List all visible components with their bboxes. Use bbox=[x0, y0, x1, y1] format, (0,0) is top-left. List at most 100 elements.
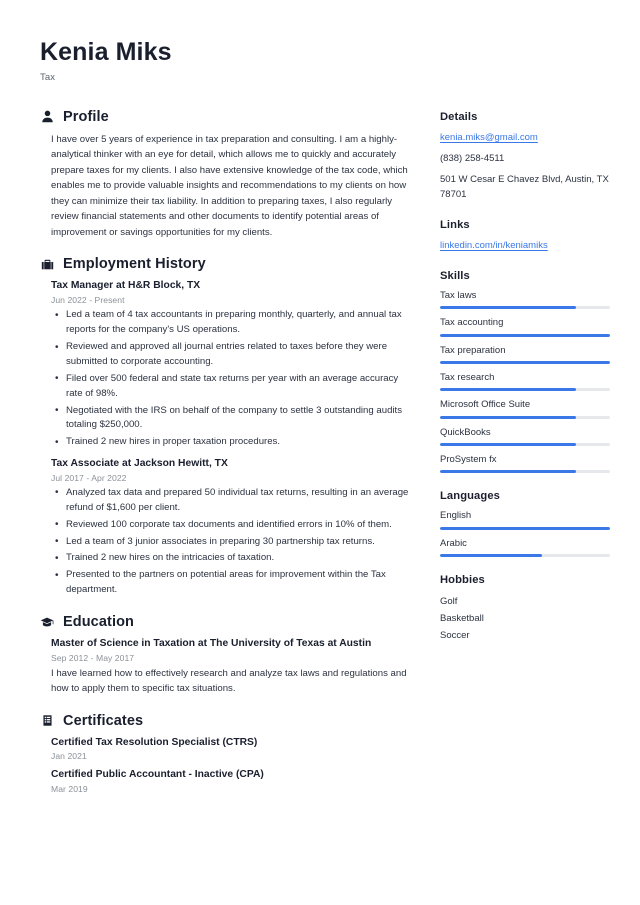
skill-item: ProSystem fx bbox=[440, 454, 610, 474]
section-title-certificates: Certificates bbox=[63, 712, 144, 729]
skill-label: ProSystem fx bbox=[440, 454, 497, 466]
certificate-entry-date: Jan 2021 bbox=[51, 751, 87, 762]
sidebar-title-details: Details bbox=[440, 110, 478, 123]
skill-bar-track bbox=[440, 470, 610, 474]
skill-bar-track bbox=[440, 306, 610, 310]
resume-columns: Profile I have over 5 years of experienc… bbox=[40, 109, 610, 811]
skill-label: Microsoft Office Suite bbox=[440, 399, 531, 411]
employment-entry: Tax Associate at Jackson Hewitt, TX Jul … bbox=[51, 457, 412, 598]
bullet-item: Led a team of 3 junior associates in pre… bbox=[51, 534, 412, 549]
education-entry-date: Sep 2012 - May 2017 bbox=[51, 652, 135, 663]
bullet-item: Analyzed tax data and prepared 50 indivi… bbox=[51, 485, 412, 516]
hobby-item: Basketball bbox=[440, 613, 484, 625]
sidebar-hobbies: Hobbies Golf Basketball Soccer bbox=[440, 574, 610, 643]
employment-entry-bullets: Led a team of 4 tax accountants in prepa… bbox=[51, 308, 412, 450]
section-title-education: Education bbox=[63, 614, 134, 630]
certificate-entry: Certified Public Accountant - Inactive (… bbox=[51, 768, 412, 794]
education-entry: Master of Science in Taxation at The Uni… bbox=[51, 637, 412, 697]
language-bar-fill bbox=[440, 554, 542, 558]
section-certificates: Certificates Certified Tax Resolution Sp… bbox=[40, 713, 412, 795]
bullet-item: Trained 2 new hires in proper taxation p… bbox=[51, 435, 412, 450]
bullet-item: Negotiated with the IRS on behalf of the… bbox=[51, 403, 412, 434]
skill-label: Tax laws bbox=[440, 290, 477, 301]
sidebar-title-languages: Languages bbox=[440, 490, 500, 503]
sidebar-column: Details kenia.miks@gmail.com (838) 258-4… bbox=[440, 109, 610, 660]
bullet-item: Trained 2 new hires on the intricacies o… bbox=[51, 551, 412, 566]
sidebar-links: Links linkedin.com/in/keniamiks bbox=[440, 219, 610, 253]
skill-bar-fill bbox=[440, 470, 576, 474]
employment-entry: Tax Manager at H&R Block, TX Jun 2022 - … bbox=[51, 279, 412, 450]
bullet-item: Filed over 500 federal and state tax ret… bbox=[51, 371, 412, 402]
skill-label: Tax accounting bbox=[440, 317, 504, 329]
bullet-item: Presented to the partners on potential a… bbox=[51, 568, 412, 598]
skill-bar-fill bbox=[440, 415, 576, 419]
language-bar-fill bbox=[440, 526, 610, 530]
employment-heading: Employment History bbox=[40, 256, 412, 272]
sidebar-title-links: Links bbox=[440, 218, 470, 231]
skill-item: Tax laws bbox=[440, 290, 610, 310]
education-heading: Education bbox=[40, 614, 412, 630]
sidebar-title-skills: Skills bbox=[440, 270, 470, 282]
skill-item: Tax accounting bbox=[440, 317, 610, 337]
skill-bar-track bbox=[440, 443, 610, 447]
education-entry-description: I have learned how to effectively resear… bbox=[51, 667, 407, 695]
education-entry-title: Master of Science in Taxation at The Uni… bbox=[51, 638, 372, 649]
employment-entry-date: Jul 2017 - Apr 2022 bbox=[51, 472, 127, 483]
certificate-icon bbox=[40, 714, 54, 728]
certificate-entry-title: Certified Public Accountant - Inactive (… bbox=[51, 769, 264, 781]
resume-header: Kenia Miks Tax bbox=[40, 38, 610, 83]
hobby-item: Soccer bbox=[440, 630, 470, 642]
certificates-body: Certified Tax Resolution Specialist (CTR… bbox=[40, 736, 412, 795]
profile-body: I have over 5 years of experience in tax… bbox=[40, 132, 412, 241]
employment-body: Tax Manager at H&R Block, TX Jun 2022 - … bbox=[40, 279, 412, 598]
person-icon bbox=[40, 110, 54, 124]
hobby-item: Golf bbox=[440, 596, 458, 608]
employment-entry-title: Tax Associate at Jackson Hewitt, TX bbox=[51, 458, 228, 470]
certificate-entry: Certified Tax Resolution Specialist (CTR… bbox=[51, 736, 412, 762]
skill-label: Tax preparation bbox=[440, 344, 506, 356]
skill-item: QuickBooks bbox=[440, 426, 610, 447]
resume-page: Kenia Miks Tax Profile I have over 5 yea… bbox=[0, 0, 640, 905]
sidebar-languages: Languages English Arabic bbox=[440, 490, 610, 558]
employment-entry-title: Tax Manager at H&R Block, TX bbox=[51, 280, 201, 292]
language-bar-track bbox=[440, 526, 610, 530]
language-label: Arabic bbox=[440, 537, 467, 549]
graduation-cap-icon bbox=[40, 615, 54, 629]
bullet-item: Led a team of 4 tax accountants in prepa… bbox=[51, 308, 412, 338]
certificates-heading: Certificates bbox=[40, 713, 412, 729]
sidebar-skills: Skills Tax laws Tax accounting Tax prepa… bbox=[440, 270, 610, 474]
candidate-name: Kenia Miks bbox=[40, 38, 172, 66]
section-profile: Profile I have over 5 years of experienc… bbox=[40, 109, 412, 241]
address-text: 501 W Cesar E Chavez Blvd, Austin, TX 78… bbox=[440, 174, 609, 200]
certificate-entry-title: Certified Tax Resolution Specialist (CTR… bbox=[51, 736, 258, 748]
sidebar-details: Details kenia.miks@gmail.com (838) 258-4… bbox=[440, 111, 610, 202]
skill-item: Tax research bbox=[440, 372, 610, 392]
skill-bar-track bbox=[440, 388, 610, 392]
main-column: Profile I have over 5 years of experienc… bbox=[40, 109, 412, 811]
employment-entry-bullets: Analyzed tax data and prepared 50 indivi… bbox=[51, 485, 412, 598]
language-item: Arabic bbox=[440, 537, 610, 558]
skill-bar-track bbox=[440, 333, 610, 337]
linkedin-link[interactable]: linkedin.com/in/keniamiks bbox=[440, 239, 610, 253]
certificate-entry-date: Mar 2019 bbox=[51, 784, 88, 795]
language-label: English bbox=[440, 510, 472, 522]
bullet-item: Reviewed 100 corporate tax documents and… bbox=[51, 517, 412, 532]
skill-bar-track bbox=[440, 415, 610, 419]
employment-entry-date: Jun 2022 - Present bbox=[51, 295, 125, 306]
skill-label: QuickBooks bbox=[440, 426, 491, 438]
email-link[interactable]: kenia.miks@gmail.com bbox=[440, 131, 610, 145]
skill-bar-track bbox=[440, 361, 610, 365]
skill-bar-fill bbox=[440, 306, 576, 310]
skill-bar-fill bbox=[440, 333, 610, 337]
language-bar-track bbox=[440, 554, 610, 558]
section-title-employment: Employment History bbox=[63, 256, 206, 273]
skill-bar-fill bbox=[440, 388, 576, 392]
section-employment: Employment History Tax Manager at H&R Bl… bbox=[40, 256, 412, 598]
education-body: Master of Science in Taxation at The Uni… bbox=[40, 637, 412, 697]
profile-heading: Profile bbox=[40, 109, 412, 125]
skill-bar-fill bbox=[440, 361, 610, 365]
profile-text: I have over 5 years of experience in tax… bbox=[51, 133, 408, 238]
candidate-job-title: Tax bbox=[40, 71, 56, 83]
skill-item: Microsoft Office Suite bbox=[440, 399, 610, 419]
sidebar-title-hobbies: Hobbies bbox=[440, 574, 485, 587]
